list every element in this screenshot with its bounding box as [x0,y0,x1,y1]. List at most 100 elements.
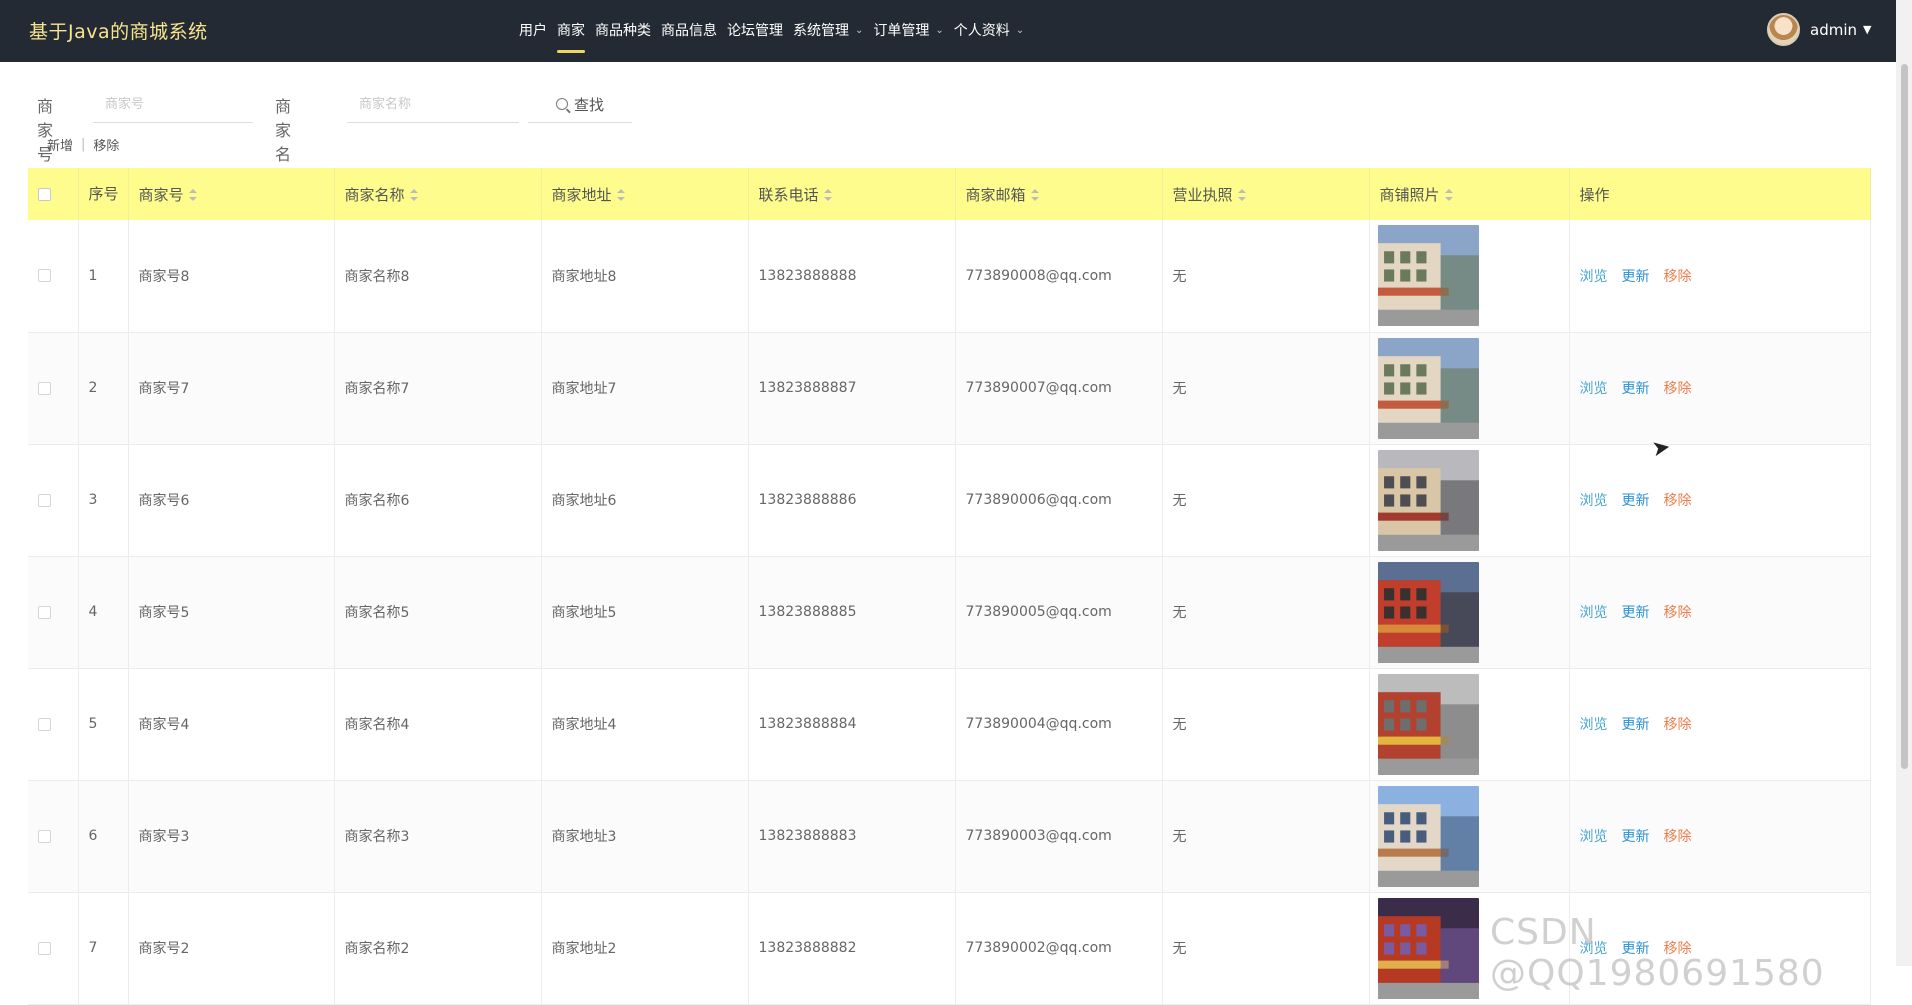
view-button[interactable]: 浏览 [1580,490,1608,510]
add-button[interactable]: 新增 [47,135,73,154]
cell-merchant-name: 商家名称2 [334,892,542,1005]
scrollbar-thumb[interactable] [1901,64,1908,769]
cell-photo [1369,556,1570,669]
merchant-name-input[interactable] [347,86,519,123]
sort-icon[interactable] [409,189,418,201]
header-label: 联系电话 [758,185,819,204]
cell-license: 无 [1162,780,1370,893]
edit-button[interactable]: 更新 [1622,266,1650,286]
header-license[interactable]: 营业执照 [1162,168,1370,220]
merchant-no-input[interactable] [93,86,253,123]
header-merchant-name[interactable]: 商家名称 [334,168,542,220]
cell-address: 商家地址5 [541,556,749,669]
user-menu[interactable]: admin ▼ [1767,13,1871,46]
cell-photo [1369,220,1570,333]
cell-ops: 浏览 更新 移除 [1569,332,1871,445]
cell-license: 无 [1162,444,1370,557]
header-label: 商家名称 [344,185,405,204]
shop-photo[interactable] [1377,337,1479,439]
header-phone[interactable]: 联系电话 [748,168,956,220]
cell-index: 3 [78,444,129,557]
header-address[interactable]: 商家地址 [541,168,749,220]
delete-button[interactable]: 移除 [1664,602,1692,622]
header-label: 商家地址 [551,185,612,204]
nav-item-label: 论坛管理 [727,23,783,39]
delete-button[interactable]: 移除 [1664,378,1692,398]
avatar [1767,13,1800,46]
delete-button[interactable]: 移除 [1664,490,1692,510]
header-email[interactable]: 商家邮箱 [955,168,1163,220]
cell-license: 无 [1162,556,1370,669]
shop-photo[interactable] [1377,673,1479,775]
header-index: 序号 [78,168,129,220]
nav-item-profile[interactable]: 个人资料 ⌄ [954,0,1024,62]
select-all-checkbox[interactable] [38,187,51,201]
cell-index: 2 [78,332,129,445]
cell-ops: 浏览 更新 移除 [1569,556,1871,669]
edit-button[interactable]: 更新 [1622,602,1650,622]
row-checkbox[interactable] [38,605,51,619]
row-select [28,892,79,1005]
cell-merchant-name: 商家名称6 [334,444,542,557]
nav-item-product-info[interactable]: 商品信息 [661,0,717,62]
cell-phone: 13823888888 [748,220,956,333]
row-checkbox[interactable] [38,381,51,395]
row-checkbox[interactable] [38,941,51,955]
search-button[interactable]: 查找 [528,86,632,123]
nav-item-merchants[interactable]: 商家 [557,0,585,62]
row-checkbox[interactable] [38,829,51,843]
cell-phone: 13823888883 [748,780,956,893]
edit-button[interactable]: 更新 [1622,378,1650,398]
merchant-no-label: 商家号 [37,97,54,164]
cell-merchant-name: 商家名称8 [334,220,542,333]
table-row: 3 商家号6 商家名称6 商家地址6 13823888886 773890006… [28,444,1871,557]
shop-photo[interactable] [1377,449,1479,551]
cell-address: 商家地址4 [541,668,749,781]
sort-icon[interactable] [823,189,832,201]
sort-icon[interactable] [616,189,625,201]
nav-item-product-categories[interactable]: 商品种类 [595,0,651,62]
sort-icon[interactable] [1237,189,1246,201]
view-button[interactable]: 浏览 [1580,826,1608,846]
row-checkbox[interactable] [38,493,51,507]
view-button[interactable]: 浏览 [1580,378,1608,398]
shop-photo[interactable] [1377,561,1479,663]
sort-icon[interactable] [188,189,197,201]
chevron-down-icon: ⌄ [935,25,944,36]
nav-item-label: 订单管理 [873,23,930,39]
cell-phone: 13823888886 [748,444,956,557]
edit-button[interactable]: 更新 [1622,490,1650,510]
cell-ops: 浏览 更新 移除 [1569,668,1871,781]
delete-button[interactable]: 移除 [1664,826,1692,846]
cell-ops: 浏览 更新 移除 [1569,220,1871,333]
row-select [28,668,79,781]
cell-index: 6 [78,780,129,893]
search-button-label: 查找 [573,96,604,114]
sort-icon[interactable] [1030,189,1039,201]
nav-item-label: 商品信息 [661,23,717,39]
nav-item-users[interactable]: 用户 [519,0,547,62]
remove-button[interactable]: 移除 [93,135,119,154]
view-button[interactable]: 浏览 [1580,602,1608,622]
edit-button[interactable]: 更新 [1622,826,1650,846]
nav-item-forum[interactable]: 论坛管理 [727,0,783,62]
view-button[interactable]: 浏览 [1580,266,1608,286]
shop-photo[interactable] [1377,785,1479,887]
nav-item-label: 用户 [519,23,547,39]
header-merchant-no[interactable]: 商家号 [128,168,335,220]
header-photo[interactable]: 商铺照片 [1369,168,1570,220]
cell-address: 商家地址7 [541,332,749,445]
shop-photo[interactable] [1377,225,1479,327]
delete-button[interactable]: 移除 [1664,266,1692,286]
row-checkbox[interactable] [38,269,51,283]
edit-button[interactable]: 更新 [1622,714,1650,734]
delete-button[interactable]: 移除 [1664,714,1692,734]
cell-merchant-no: 商家号2 [128,892,335,1005]
view-button[interactable]: 浏览 [1580,714,1608,734]
sort-icon[interactable] [1444,189,1453,201]
nav-item-orders[interactable]: 订单管理 ⌄ [873,0,943,62]
nav-item-system[interactable]: 系统管理 ⌄ [793,0,863,62]
row-select [28,444,79,557]
shop-photo[interactable] [1377,897,1479,999]
row-checkbox[interactable] [38,717,51,731]
